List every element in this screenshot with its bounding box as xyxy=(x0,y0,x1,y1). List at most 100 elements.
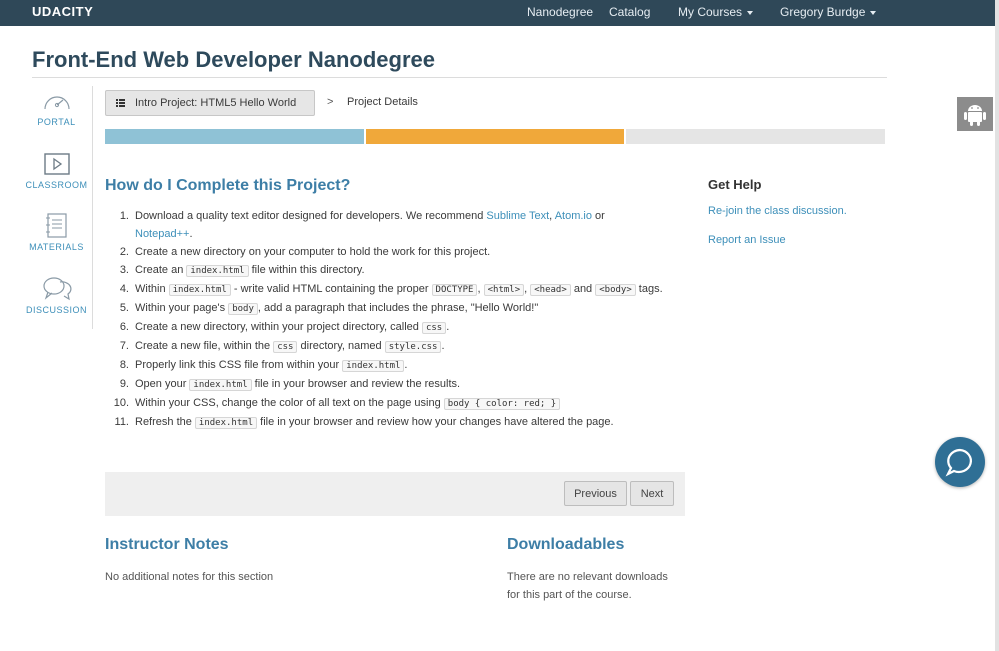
step-text: file in your browser and review how your… xyxy=(257,416,614,428)
section-heading: How do I Complete this Project? xyxy=(105,177,351,194)
step-text: Properly link this CSS file from within … xyxy=(135,359,343,371)
step-text: Create a new directory on your computer … xyxy=(135,246,491,258)
breadcrumb-current: Project Details xyxy=(347,96,418,108)
lesson-breadcrumb-button[interactable]: Intro Project: HTML5 Hello World xyxy=(105,90,315,116)
play-icon xyxy=(43,153,70,175)
next-button[interactable]: Next xyxy=(630,481,674,506)
step-number: 3. xyxy=(119,264,129,276)
android-widget-button[interactable] xyxy=(957,97,993,131)
rejoin-discussion-link[interactable]: Re-join the class discussion. xyxy=(708,205,847,217)
sidebar-item-label: PORTAL xyxy=(37,117,76,127)
sidebar-item-materials[interactable]: MATERIALS xyxy=(20,213,93,252)
step-text: and xyxy=(570,283,596,295)
step-text: . xyxy=(189,228,193,240)
nav-my-courses[interactable]: My Courses xyxy=(678,5,754,19)
step-item: 2. Create a new directory on your compute… xyxy=(105,243,665,261)
step-code: DOCTYPE xyxy=(431,284,478,296)
nav-my-courses-label: My Courses xyxy=(678,5,743,19)
udacity-logo[interactable]: UDACITY xyxy=(32,4,93,19)
step-text: - write valid HTML containing the proper xyxy=(230,283,432,295)
step-link[interactable]: Atom.io xyxy=(555,210,592,222)
speedometer-icon xyxy=(43,96,70,110)
step-text: Download a quality text editor designed … xyxy=(135,210,487,222)
step-text: . xyxy=(446,321,450,333)
user-name: Gregory Burdge xyxy=(780,5,866,19)
step-item: 10. Within your CSS, change the color of … xyxy=(105,394,665,413)
step-code: body { color: red; } xyxy=(443,398,561,410)
step-code: index.html xyxy=(189,379,252,391)
step-code: style.css xyxy=(384,341,442,353)
step-item: 3. Create an index.html file within this … xyxy=(105,261,665,280)
instructor-notes-text: No additional notes for this section xyxy=(105,571,274,583)
step-number: 8. xyxy=(119,359,129,371)
step-number: 1. xyxy=(119,210,129,222)
step-code: <html> xyxy=(483,284,525,296)
step-text: file within this directory. xyxy=(248,264,365,276)
step-text: or xyxy=(591,210,605,222)
downloadables-text-line2: for this part of the course. xyxy=(507,589,632,601)
step-text: , add a paragraph that includes the phra… xyxy=(257,302,539,314)
pager-bar: Previous Next xyxy=(105,472,685,516)
step-item: 4. Within index.html - write valid HTML c… xyxy=(105,280,665,299)
step-item: 7. Create a new file, within the css dire… xyxy=(105,337,665,356)
step-code: <body> xyxy=(595,284,636,296)
sidebar-item-label: MATERIALS xyxy=(29,242,84,252)
step-text: Create a new file, within the xyxy=(135,340,274,352)
downloadables-heading: Downloadables xyxy=(507,536,625,553)
progress-segment-remaining[interactable] xyxy=(626,129,885,144)
step-text: Within xyxy=(135,283,169,295)
instructor-notes-heading: Instructor Notes xyxy=(105,536,229,553)
previous-button[interactable]: Previous xyxy=(564,481,627,506)
step-text: Refresh the xyxy=(135,416,195,428)
progress-segment-current[interactable] xyxy=(366,129,624,144)
progress-segment-complete[interactable] xyxy=(105,129,364,144)
notebook-icon xyxy=(45,213,67,238)
lesson-progress-bar xyxy=(105,129,885,144)
report-issue-link[interactable]: Report an Issue xyxy=(708,234,786,246)
step-number: 10. xyxy=(113,397,129,409)
step-number: 9. xyxy=(119,378,129,390)
sidebar-item-portal[interactable]: PORTAL xyxy=(20,90,93,127)
step-item: 9. Open your index.html file in your brow… xyxy=(105,375,665,394)
chevron-down-icon xyxy=(747,10,754,15)
sidebar-item-classroom[interactable]: CLASSROOM xyxy=(20,153,93,190)
step-text: Open your xyxy=(135,378,190,390)
step-text: Within your page's xyxy=(135,302,229,314)
sidebar-item-label: CLASSROOM xyxy=(25,180,88,190)
nav-nanodegree[interactable]: Nanodegree xyxy=(527,5,593,19)
step-link[interactable]: Sublime Text xyxy=(486,210,549,222)
step-text: tags. xyxy=(635,283,663,295)
step-code: index.html xyxy=(168,284,231,296)
step-text: Create an xyxy=(135,264,187,276)
step-code: css xyxy=(273,341,298,353)
step-number: 4. xyxy=(119,283,129,295)
help-heading: Get Help xyxy=(708,177,762,192)
breadcrumb-separator: > xyxy=(327,96,334,108)
step-text: file in your browser and review the resu… xyxy=(251,378,461,390)
step-item: 11. Refresh the index.html file in your b… xyxy=(105,413,665,432)
nav-user-menu[interactable]: Gregory Burdge xyxy=(780,5,877,19)
divider xyxy=(32,77,887,78)
downloadables-text-line1: There are no relevant downloads xyxy=(507,571,668,583)
step-link[interactable]: Notepad++ xyxy=(135,228,189,240)
chat-bubbles-icon xyxy=(42,277,72,301)
step-text: . xyxy=(404,359,408,371)
nav-catalog[interactable]: Catalog xyxy=(609,5,650,19)
list-icon xyxy=(116,99,125,107)
step-code: body xyxy=(228,303,258,315)
page-title: Front-End Web Developer Nanodegree xyxy=(32,47,435,72)
step-code: <head> xyxy=(530,284,571,296)
step-code: index.html xyxy=(342,360,405,372)
step-text: , xyxy=(477,283,484,295)
breadcrumb-lesson-label: Intro Project: HTML5 Hello World xyxy=(135,97,297,109)
top-navbar: UDACITY Nanodegree Catalog My Courses Gr… xyxy=(0,0,995,26)
step-number: 5. xyxy=(119,302,129,314)
step-item: 8. Properly link this CSS file from withi… xyxy=(105,356,665,375)
sidebar-item-label: DISCUSSION xyxy=(25,305,87,315)
sidebar-item-discussion[interactable]: DISCUSSION xyxy=(20,276,93,315)
step-code: css xyxy=(421,322,447,334)
step-number: 7. xyxy=(119,340,129,352)
step-number: 2. xyxy=(119,246,129,258)
sidebar: PORTAL CLASSROOM MATERIALS DISCUSSION xyxy=(20,86,93,329)
chat-widget-button[interactable] xyxy=(935,437,985,487)
